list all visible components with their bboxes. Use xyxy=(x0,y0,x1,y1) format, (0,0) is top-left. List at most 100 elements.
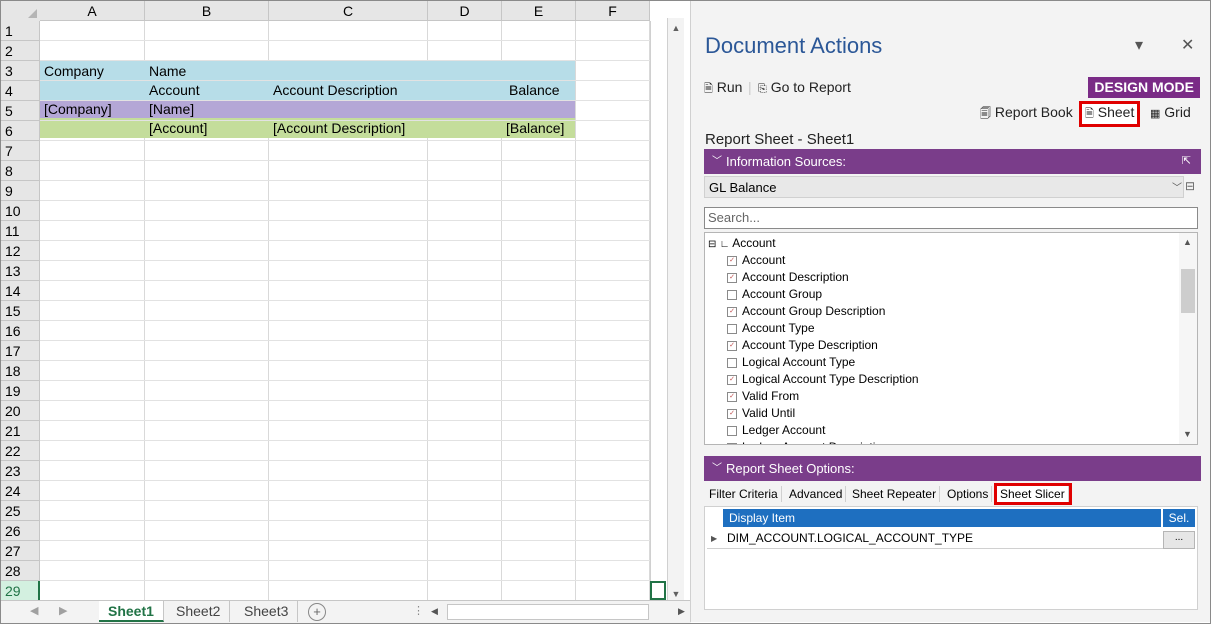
row-header-19[interactable]: 19 xyxy=(1,381,40,401)
row-header-1[interactable]: 1 xyxy=(1,21,40,41)
row-header-2[interactable]: 2 xyxy=(1,41,40,61)
cell-e5[interactable]: [Balance] xyxy=(506,120,564,137)
cell-c3[interactable]: Account Description xyxy=(273,82,398,99)
tree-scroll-down-icon[interactable]: ▼ xyxy=(1183,429,1192,439)
cell-b4[interactable]: [Name] xyxy=(149,101,194,118)
tab-filter-criteria[interactable]: Filter Criteria xyxy=(706,486,782,502)
row-header-29[interactable]: 29 xyxy=(1,581,40,601)
row-header-22[interactable]: 22 xyxy=(1,441,40,461)
tree-item[interactable]: Account Group xyxy=(727,286,822,302)
row-header-3[interactable]: 3 xyxy=(1,61,40,81)
row-header-8[interactable]: 8 xyxy=(1,161,40,181)
horizontal-scrollbar[interactable] xyxy=(447,604,649,620)
information-source-select[interactable]: GL Balance xyxy=(704,176,1184,198)
tree-scrollbar[interactable]: ▲ ▼ xyxy=(1179,233,1197,444)
row-header-25[interactable]: 25 xyxy=(1,501,40,521)
row-header-13[interactable]: 13 xyxy=(1,261,40,281)
tree-item[interactable]: ✓ Valid Until xyxy=(727,405,795,421)
table-row[interactable]: ▶ DIM_ACCOUNT.LOGICAL_ACCOUNT_TYPE xyxy=(707,529,1195,549)
column-header-e[interactable]: E xyxy=(502,1,576,21)
row-header-23[interactable]: 23 xyxy=(1,461,40,481)
hscroll-left-icon[interactable]: ◀ xyxy=(431,601,438,622)
grid-button[interactable]: ▦ Grid xyxy=(1150,104,1191,120)
row-header-14[interactable]: 14 xyxy=(1,281,40,301)
cell-b5[interactable]: [Account] xyxy=(149,120,207,137)
column-header-c[interactable]: C xyxy=(269,1,428,21)
tab-sheet-slicer[interactable]: Sheet Slicer xyxy=(994,483,1072,505)
tab-sheet2[interactable]: Sheet2 xyxy=(167,601,231,622)
row-header-17[interactable]: 17 xyxy=(1,341,40,361)
tree-item[interactable]: Account Type xyxy=(727,320,815,336)
information-sources-header[interactable]: ﹀ Information Sources: ⇱ xyxy=(704,149,1201,174)
close-icon[interactable]: ✕ xyxy=(1181,35,1194,55)
go-to-report-button[interactable]: ⎘ Go to Report xyxy=(758,79,851,96)
add-sheet-icon[interactable]: + xyxy=(308,603,326,621)
cell-b3[interactable]: Account xyxy=(149,82,200,99)
grid-header-display-item[interactable]: Display Item xyxy=(723,509,1161,527)
run-button[interactable]: 🗎 Run xyxy=(704,79,742,99)
tree-root-account[interactable]: ⊟ ∟ Account xyxy=(708,235,776,253)
column-header-d[interactable]: D xyxy=(428,1,502,21)
tree-item[interactable]: ✓ Account Type Description xyxy=(727,337,878,353)
report-sheet-options-header[interactable]: ﹀ Report Sheet Options: xyxy=(704,456,1201,481)
source-browse-icon[interactable]: ⊟ xyxy=(1185,179,1195,193)
sheet-button[interactable]: 🗎 Sheet xyxy=(1078,101,1141,127)
row-header-12[interactable]: 12 xyxy=(1,241,40,261)
report-book-button[interactable]: 🗐 Report Book xyxy=(980,104,1073,124)
row-header-21[interactable]: 21 xyxy=(1,421,40,441)
tree-item[interactable]: ✓ Account xyxy=(727,252,785,268)
pin-icon[interactable]: ⇱ xyxy=(1182,149,1191,174)
tab-scroll-right-icon[interactable]: ▶ xyxy=(59,601,67,622)
tab-sheet-repeater[interactable]: Sheet Repeater xyxy=(849,486,941,502)
row-header-20[interactable]: 20 xyxy=(1,401,40,421)
tree-collapse-icon[interactable]: ⊟ xyxy=(708,239,716,250)
tree-item[interactable]: ✓ Account Group Description xyxy=(727,303,885,319)
row-expand-icon[interactable]: ▶ xyxy=(711,529,717,548)
checkbox-icon[interactable] xyxy=(727,323,737,334)
row-header-11[interactable]: 11 xyxy=(1,221,40,241)
tree-item[interactable]: ✓ Logical Account Type Description xyxy=(727,371,919,387)
tree-scroll-up-icon[interactable]: ▲ xyxy=(1183,237,1192,247)
checkbox-icon[interactable] xyxy=(727,425,737,436)
column-header-a[interactable]: A xyxy=(40,1,145,21)
cell-e3[interactable]: Balance xyxy=(509,82,560,99)
column-header-f[interactable]: F xyxy=(576,1,650,21)
cell-a4[interactable]: [Company] xyxy=(44,101,112,118)
tree-item[interactable]: Logical Account Type xyxy=(727,354,855,370)
row-header-26[interactable]: 26 xyxy=(1,521,40,541)
hscroll-right-icon[interactable]: ▶ xyxy=(678,601,685,622)
checked-checkbox-icon[interactable]: ✓ xyxy=(727,408,737,419)
row-header-6[interactable]: 6 xyxy=(1,121,40,141)
tree-item[interactable]: ✓ Account Description xyxy=(727,269,849,285)
grid-header-sel[interactable]: Sel. xyxy=(1163,509,1195,527)
tree-scroll-thumb[interactable] xyxy=(1181,269,1195,313)
checked-checkbox-icon[interactable]: ✓ xyxy=(727,272,737,283)
checked-checkbox-icon[interactable]: ✓ xyxy=(727,306,737,317)
cell-c5[interactable]: [Account Description] xyxy=(273,120,405,137)
row-header-18[interactable]: 18 xyxy=(1,361,40,381)
tree-item[interactable]: ✓ Valid From xyxy=(727,388,799,404)
row-header-10[interactable]: 10 xyxy=(1,201,40,221)
row-header-24[interactable]: 24 xyxy=(1,481,40,501)
row-header-7[interactable]: 7 xyxy=(1,141,40,161)
tree-item[interactable]: Ledger Account xyxy=(727,422,825,438)
row-header-28[interactable]: 28 xyxy=(1,561,40,581)
pane-options-icon[interactable]: ▾ xyxy=(1135,35,1143,55)
row-header-9[interactable]: 9 xyxy=(1,181,40,201)
row-header-4[interactable]: 4 xyxy=(1,81,40,101)
checked-checkbox-icon[interactable]: ✓ xyxy=(727,442,737,444)
cell-b2[interactable]: Name xyxy=(149,63,186,80)
column-header-b[interactable]: B xyxy=(145,1,269,21)
scroll-up-arrow-icon[interactable]: ▲ xyxy=(668,20,684,37)
checked-checkbox-icon[interactable]: ✓ xyxy=(727,391,737,402)
tree-item[interactable]: ✓ Ledger Account Description xyxy=(727,439,889,444)
row-header-27[interactable]: 27 xyxy=(1,541,40,561)
checked-checkbox-icon[interactable]: ✓ xyxy=(727,374,737,385)
tab-advanced[interactable]: Advanced xyxy=(786,486,847,502)
tab-scroll-left-icon[interactable]: ◀ xyxy=(30,601,38,622)
grid-row-select-button[interactable]: ... xyxy=(1163,531,1195,549)
row-header-16[interactable]: 16 xyxy=(1,321,40,341)
checked-checkbox-icon[interactable]: ✓ xyxy=(727,255,737,266)
tab-options[interactable]: Options xyxy=(944,486,993,502)
tab-splitter-icon[interactable]: ⋮ xyxy=(413,601,424,622)
